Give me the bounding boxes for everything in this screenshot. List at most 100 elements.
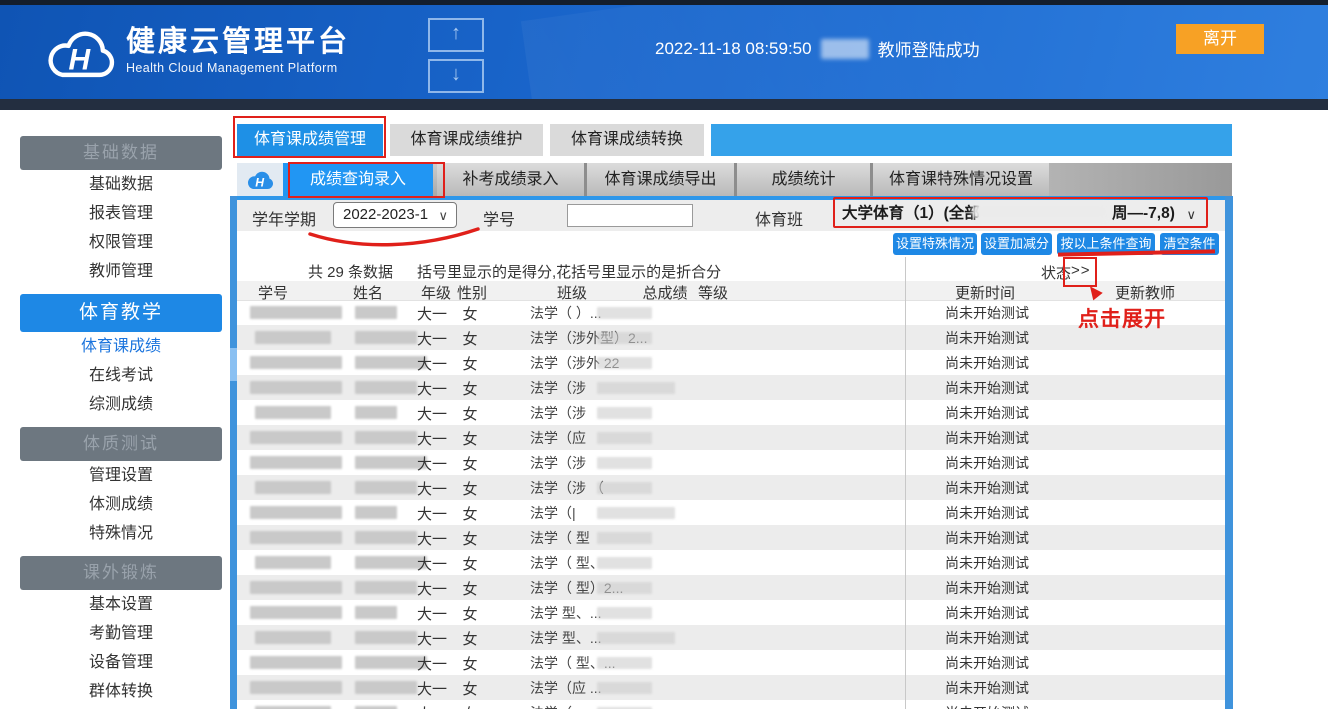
sidebar-item[interactable]: 考勤管理: [20, 619, 222, 648]
table-row[interactable]: 大一 女 法学（ 型、 尚未开始测试: [237, 550, 1232, 575]
student-name-redacted: [355, 306, 397, 319]
scroll-up-button[interactable]: ↑: [428, 18, 484, 52]
grade-cell: 大一: [412, 378, 452, 399]
table-row[interactable]: 大一 女 法学（涉外 22 尚未开始测试: [237, 350, 1232, 375]
sub-tab[interactable]: 成绩查询录入: [283, 163, 433, 196]
left-scrollbar-thumb[interactable]: [230, 348, 237, 381]
sub-tab[interactable]: 体育课成绩导出: [584, 163, 734, 196]
login-time: 2022-11-18 08:59:50: [655, 39, 812, 59]
annotation-expand-hint: 点击展开: [1078, 303, 1166, 333]
table-row[interactable]: 大一 女 法学（应 ... 尚未开始测试: [237, 675, 1232, 700]
header-bottom-strip: [0, 99, 1328, 110]
cloud-h-small-icon: H: [243, 167, 277, 192]
update-time-cell: 尚未开始测试: [897, 553, 1077, 573]
gender-cell: 女: [450, 528, 490, 549]
update-time-cell: 尚未开始测试: [897, 603, 1077, 623]
sidebar-item[interactable]: 基本设置: [20, 590, 222, 619]
action-button[interactable]: 设置加减分: [981, 233, 1052, 255]
grade-cell: 大一: [412, 703, 452, 709]
student-id-label: 学号: [483, 206, 515, 230]
sidebar-item[interactable]: 课外锻炼: [20, 556, 222, 590]
gender-cell: 女: [450, 453, 490, 474]
table-row[interactable]: 大一 女 法学（涉 尚未开始测试: [237, 375, 1232, 400]
gender-cell: 女: [450, 703, 490, 709]
student-id-redacted: [250, 531, 342, 544]
table-body: 大一 女 法学（ ）... 尚未开始测试 大一 女 法学（涉外型）2... 尚未…: [237, 300, 1232, 709]
gender-cell: 女: [450, 328, 490, 349]
sidebar-item[interactable]: 群体转换: [20, 677, 222, 706]
scroll-down-button[interactable]: ↓: [428, 59, 484, 93]
sub-tab[interactable]: 体育课特殊情况设置: [870, 163, 1049, 196]
update-time-cell: 尚未开始测试: [897, 453, 1077, 473]
main-tab[interactable]: 体育课成绩管理: [237, 124, 383, 156]
left-scrollbar[interactable]: [230, 196, 237, 709]
record-count: 共 29 条数据: [308, 261, 393, 282]
sidebar-item[interactable]: 教师管理: [20, 257, 222, 286]
term-select[interactable]: 2022-2023-1 ∨: [333, 202, 457, 228]
sidebar-item[interactable]: 权限管理: [20, 228, 222, 257]
action-button[interactable]: 设置特殊情况: [893, 233, 977, 255]
class-redacted: [597, 357, 652, 369]
update-time-cell: 尚未开始测试: [897, 703, 1077, 709]
sidebar-item[interactable]: 管理设置: [20, 461, 222, 490]
student-name-redacted: [355, 431, 417, 444]
sidebar-item[interactable]: 在线考试: [20, 361, 222, 390]
student-id-redacted: [255, 556, 331, 569]
home-logo-button[interactable]: H: [237, 163, 283, 196]
sub-tab[interactable]: 补考成绩录入: [437, 163, 584, 196]
table-row[interactable]: 大一 女 法学（... 尚未开始测试: [237, 700, 1232, 709]
grade-cell: 大一: [412, 528, 452, 549]
class-redacted: [597, 307, 652, 319]
student-id-redacted: [250, 456, 342, 469]
grade-cell: 大一: [412, 503, 452, 524]
table-column-divider: [905, 257, 906, 709]
student-name-redacted: [355, 506, 397, 519]
grade-cell: 大一: [412, 653, 452, 674]
class-redacted: [597, 532, 652, 544]
gender-cell: 女: [450, 478, 490, 499]
sidebar-item[interactable]: 基础数据: [20, 170, 222, 199]
sidebar-item[interactable]: 体育教学: [20, 294, 222, 332]
leave-button[interactable]: 离开: [1176, 24, 1264, 54]
class-select-value-suffix: 周—-7,8): [1112, 200, 1175, 228]
student-id-input[interactable]: [567, 204, 693, 227]
table-row[interactable]: 大一 女 法学（涉 （ 尚未开始测试: [237, 475, 1232, 500]
sidebar-item[interactable]: 体测成绩: [20, 490, 222, 519]
sidebar-item[interactable]: 体育课成绩: [20, 332, 222, 361]
gender-cell: 女: [450, 378, 490, 399]
class-select[interactable]: 大学体育（1）(全部 周—-7,8) ∨: [840, 200, 1212, 228]
table-row[interactable]: 大一 女 法学（应 尚未开始测试: [237, 425, 1232, 450]
main-tab-filler: [711, 124, 1232, 156]
table-row[interactable]: 大一 女 法学（ 型）2... 尚未开始测试: [237, 575, 1232, 600]
score-hint: 括号里显示的是得分,花括号里显示的是折合分: [417, 261, 721, 282]
main-tab[interactable]: 体育课成绩维护: [390, 124, 543, 156]
gender-cell: 女: [450, 553, 490, 574]
sidebar-item[interactable]: 体质测试: [20, 427, 222, 461]
right-scrollbar[interactable]: [1225, 196, 1233, 709]
student-name-redacted: [355, 481, 417, 494]
sub-tab[interactable]: 成绩统计: [734, 163, 870, 196]
status-expand-toggle[interactable]: >>: [1071, 262, 1091, 279]
class-redacted: [597, 432, 652, 444]
sidebar-item[interactable]: 综测成绩: [20, 390, 222, 419]
class-redacted: [597, 682, 652, 694]
class-redacted: [597, 482, 652, 494]
grade-cell: 大一: [412, 403, 452, 424]
sidebar-item[interactable]: 基础数据: [20, 136, 222, 170]
table-row[interactable]: 大一 女 法学 型、... 尚未开始测试: [237, 625, 1232, 650]
update-time-cell: 尚未开始测试: [897, 403, 1077, 423]
table-row[interactable]: 大一 女 法学（涉 尚未开始测试: [237, 400, 1232, 425]
gender-cell: 女: [450, 353, 490, 374]
class-redacted: [597, 382, 675, 394]
sidebar-item[interactable]: 报表管理: [20, 199, 222, 228]
class-label: 体育班: [755, 206, 803, 230]
sidebar-item[interactable]: 特殊情况: [20, 519, 222, 548]
table-row[interactable]: 大一 女 法学（| 尚未开始测试: [237, 500, 1232, 525]
table-row[interactable]: 大一 女 法学（ 型 尚未开始测试: [237, 525, 1232, 550]
table-row[interactable]: 大一 女 法学（ 型、... 尚未开始测试: [237, 650, 1232, 675]
table-row[interactable]: 大一 女 法学 型、... 尚未开始测试: [237, 600, 1232, 625]
table-row[interactable]: 大一 女 法学（涉 尚未开始测试: [237, 450, 1232, 475]
redacted-class-text: [972, 203, 1110, 220]
main-tab[interactable]: 体育课成绩转换: [550, 124, 704, 156]
sidebar-item[interactable]: 设备管理: [20, 648, 222, 677]
